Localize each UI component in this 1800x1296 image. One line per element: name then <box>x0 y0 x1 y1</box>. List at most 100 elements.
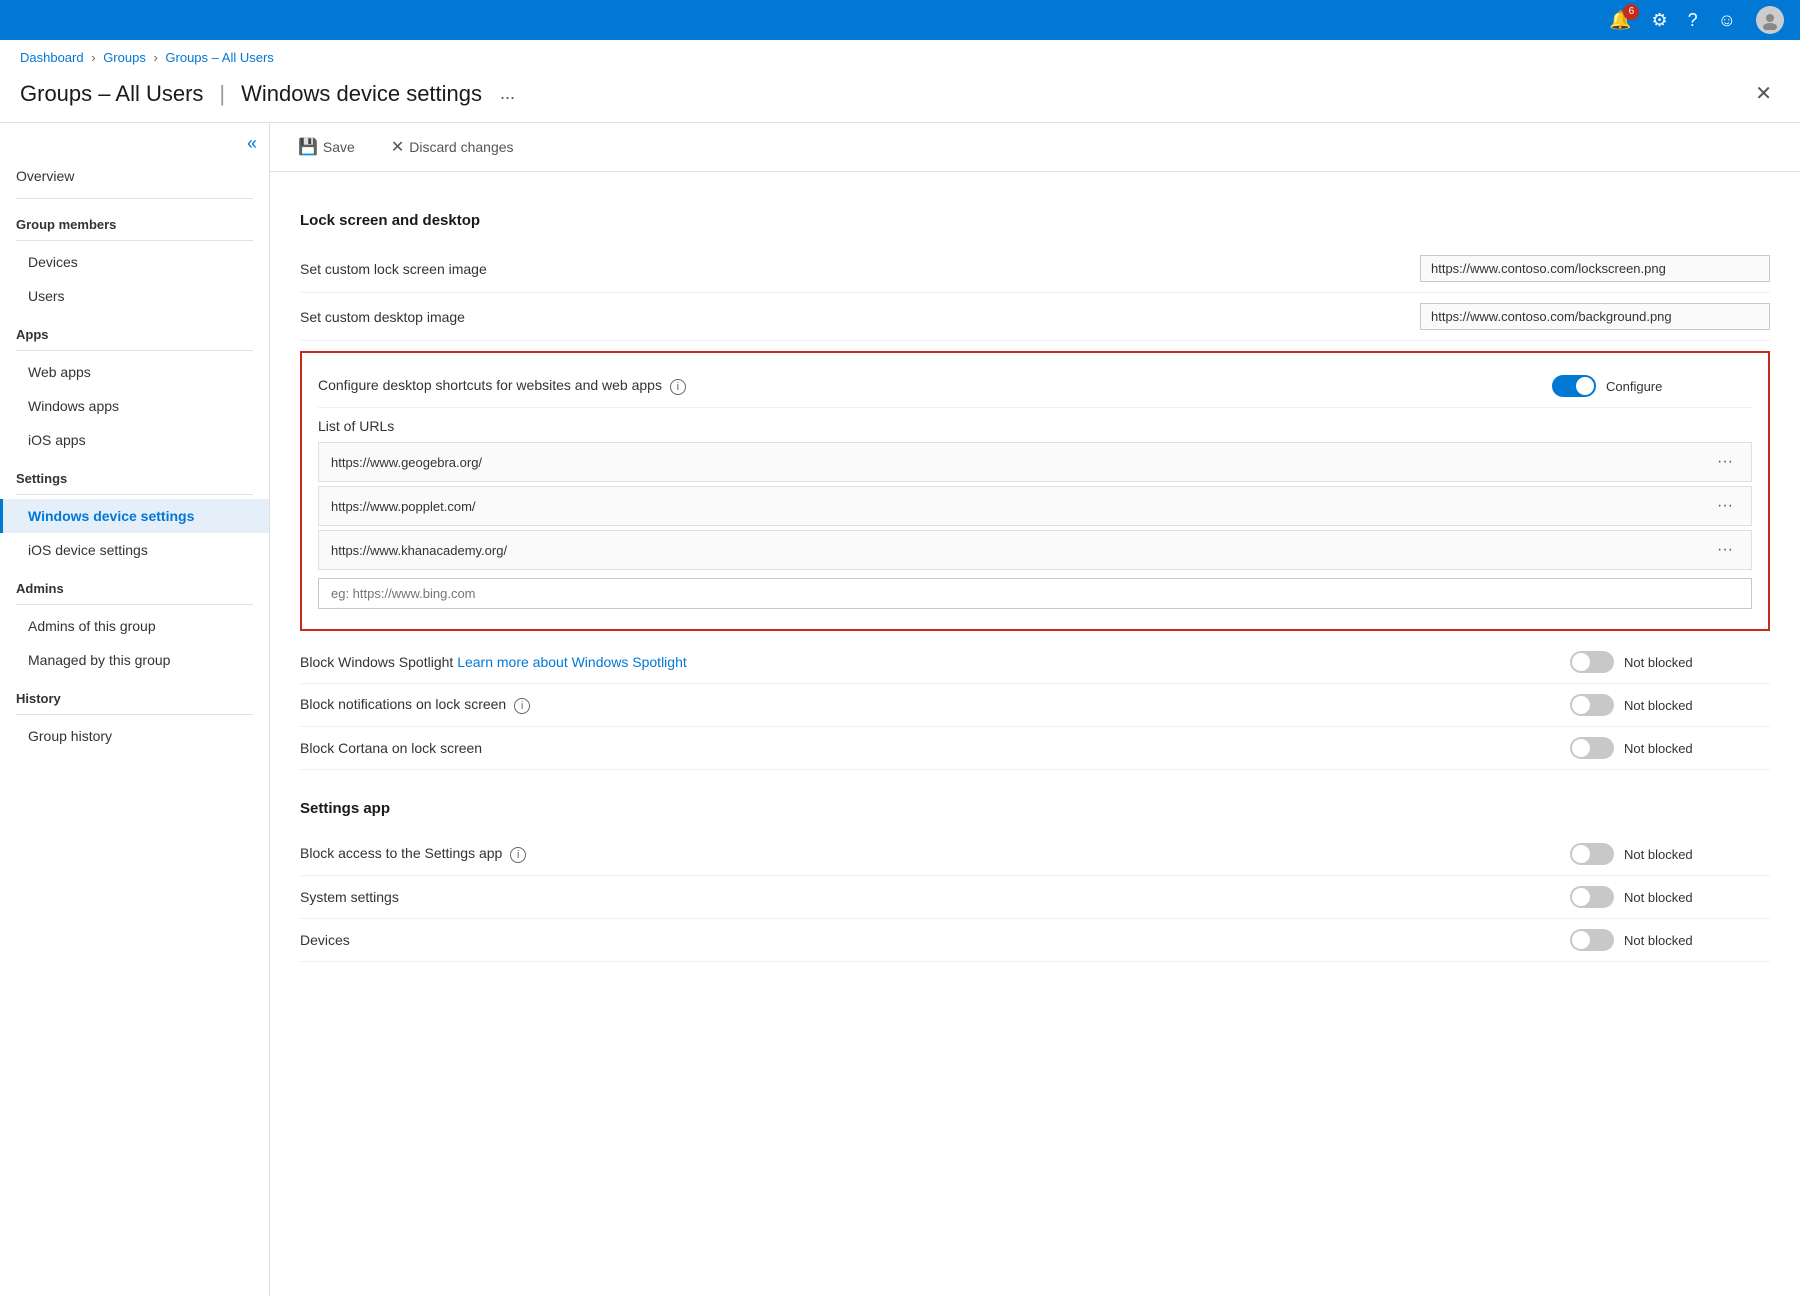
windows-spotlight-toggle[interactable] <box>1570 651 1614 673</box>
collapse-icon[interactable]: « <box>247 133 257 154</box>
sidebar-item-group-history[interactable]: Group history <box>0 719 269 753</box>
url-text-khanacademy: https://www.khanacademy.org/ <box>331 543 507 558</box>
toolbar: 💾 Save ✕ Discard changes <box>270 123 1800 172</box>
form-content: Lock screen and desktop Set custom lock … <box>270 172 1800 982</box>
divider-settings <box>16 494 253 495</box>
breadcrumb: Dashboard › Groups › Groups – All Users <box>0 40 1800 69</box>
desktop-image-input[interactable] <box>1420 303 1770 330</box>
notifications-lock-screen-control: Not blocked <box>1570 694 1770 716</box>
breadcrumb-sep2: › <box>153 50 161 65</box>
sidebar-section-admins: Admins <box>0 567 269 600</box>
sidebar-section-apps: Apps <box>0 313 269 346</box>
divider-group-members <box>16 240 253 241</box>
title-separator: | <box>219 81 225 107</box>
system-settings-toggle-label: Not blocked <box>1624 890 1693 905</box>
lock-screen-image-label: Set custom lock screen image <box>300 261 1420 277</box>
breadcrumb-groups[interactable]: Groups <box>103 50 146 65</box>
breadcrumb-dashboard[interactable]: Dashboard <box>20 50 84 65</box>
sidebar-item-ios-device-settings[interactable]: iOS device settings <box>0 533 269 567</box>
cortana-lock-screen-control: Not blocked <box>1570 737 1770 759</box>
divider-history <box>16 714 253 715</box>
save-button[interactable]: 💾 Save <box>290 133 363 161</box>
devices-settings-toggle-label: Not blocked <box>1624 933 1693 948</box>
windows-spotlight-label: Block Windows Spotlight Learn more about… <box>300 654 1570 670</box>
gear-icon[interactable]: ⚙ <box>1651 10 1667 31</box>
page-title-group: Groups – All Users <box>20 81 203 107</box>
close-button[interactable]: ✕ <box>1747 77 1780 110</box>
block-settings-app-info-icon[interactable]: i <box>510 847 526 863</box>
setting-row-lock-screen-image: Set custom lock screen image <box>300 245 1770 293</box>
sidebar-item-windows-device-settings[interactable]: Windows device settings <box>0 499 269 533</box>
url-more-khanacademy[interactable]: ··· <box>1711 539 1739 561</box>
sidebar-item-managed-by-group[interactable]: Managed by this group <box>0 643 269 677</box>
divider-apps <box>16 350 253 351</box>
bell-icon[interactable]: 🔔 6 <box>1609 10 1631 31</box>
url-row-geogebra: https://www.geogebra.org/ ··· <box>318 442 1752 482</box>
setting-row-configure-shortcuts: Configure desktop shortcuts for websites… <box>318 365 1752 408</box>
sidebar-item-overview[interactable]: Overview <box>0 158 269 194</box>
url-more-geogebra[interactable]: ··· <box>1711 451 1739 473</box>
collapse-button-container: « <box>0 123 269 158</box>
block-settings-app-control: Not blocked <box>1570 843 1770 865</box>
url-text-popplet: https://www.popplet.com/ <box>331 499 476 514</box>
desktop-image-label: Set custom desktop image <box>300 309 1420 325</box>
breadcrumb-sep1: › <box>91 50 99 65</box>
avatar[interactable] <box>1756 6 1784 34</box>
cortana-lock-screen-toggle[interactable] <box>1570 737 1614 759</box>
url-text-geogebra: https://www.geogebra.org/ <box>331 455 482 470</box>
url-list-label: List of URLs <box>318 418 1752 434</box>
sidebar-item-web-apps[interactable]: Web apps <box>0 355 269 389</box>
content-area: 💾 Save ✕ Discard changes Lock screen and… <box>270 123 1800 1296</box>
windows-spotlight-control: Not blocked <box>1570 651 1770 673</box>
system-settings-toggle[interactable] <box>1570 886 1614 908</box>
sidebar: « Overview Group members Devices Users A… <box>0 123 270 1296</box>
notifications-lock-screen-toggle-label: Not blocked <box>1624 698 1693 713</box>
page-title-container: Groups – All Users | Windows device sett… <box>20 81 521 107</box>
notifications-lock-screen-info-icon[interactable]: i <box>514 698 530 714</box>
topbar: 🔔 6 ⚙ ? ☺ <box>0 0 1800 40</box>
windows-spotlight-toggle-label: Not blocked <box>1624 655 1693 670</box>
url-add-input[interactable] <box>318 578 1752 609</box>
setting-row-notifications-lock-screen: Block notifications on lock screen i Not… <box>300 684 1770 727</box>
question-icon[interactable]: ? <box>1688 10 1698 31</box>
discard-icon: ✕ <box>391 137 404 157</box>
url-more-popplet[interactable]: ··· <box>1711 495 1739 517</box>
notification-badge: 6 <box>1623 4 1639 20</box>
notifications-lock-screen-label: Block notifications on lock screen i <box>300 696 1570 714</box>
devices-settings-toggle[interactable] <box>1570 929 1614 951</box>
windows-spotlight-link[interactable]: Learn more about Windows Spotlight <box>457 654 687 670</box>
section-title-lock-screen: Lock screen and desktop <box>300 212 1770 229</box>
devices-settings-control: Not blocked <box>1570 929 1770 951</box>
divider-overview <box>16 198 253 199</box>
discard-button[interactable]: ✕ Discard changes <box>383 133 522 161</box>
cortana-lock-screen-label: Block Cortana on lock screen <box>300 740 1570 756</box>
setting-row-cortana-lock-screen: Block Cortana on lock screen Not blocked <box>300 727 1770 770</box>
sidebar-item-ios-apps[interactable]: iOS apps <box>0 423 269 457</box>
sidebar-item-devices[interactable]: Devices <box>0 245 269 279</box>
sidebar-section-history: History <box>0 677 269 710</box>
sidebar-section-group-members: Group members <box>0 203 269 236</box>
lock-screen-image-control <box>1420 255 1770 282</box>
smiley-icon[interactable]: ☺ <box>1718 10 1736 31</box>
notifications-lock-screen-toggle[interactable] <box>1570 694 1614 716</box>
breadcrumb-current[interactable]: Groups – All Users <box>165 50 273 65</box>
divider-admins <box>16 604 253 605</box>
lock-screen-image-input[interactable] <box>1420 255 1770 282</box>
url-list: https://www.geogebra.org/ ··· https://ww… <box>318 442 1752 609</box>
configure-shortcuts-toggle-label: Configure <box>1606 379 1662 394</box>
sidebar-item-windows-apps[interactable]: Windows apps <box>0 389 269 423</box>
desktop-image-control <box>1420 303 1770 330</box>
main-layout: « Overview Group members Devices Users A… <box>0 123 1800 1296</box>
devices-settings-label: Devices <box>300 932 1570 948</box>
configure-shortcuts-info-icon[interactable]: i <box>670 379 686 395</box>
configure-shortcuts-toggle[interactable] <box>1552 375 1596 397</box>
sidebar-item-users[interactable]: Users <box>0 279 269 313</box>
block-settings-app-toggle[interactable] <box>1570 843 1614 865</box>
save-label: Save <box>323 139 355 155</box>
configure-shortcuts-section: Configure desktop shortcuts for websites… <box>300 351 1770 631</box>
ellipsis-button[interactable]: ... <box>494 81 521 106</box>
setting-row-devices-settings: Devices Not blocked <box>300 919 1770 962</box>
sidebar-item-admins-of-group[interactable]: Admins of this group <box>0 609 269 643</box>
setting-row-block-settings-app: Block access to the Settings app i Not b… <box>300 833 1770 876</box>
setting-row-system-settings: System settings Not blocked <box>300 876 1770 919</box>
